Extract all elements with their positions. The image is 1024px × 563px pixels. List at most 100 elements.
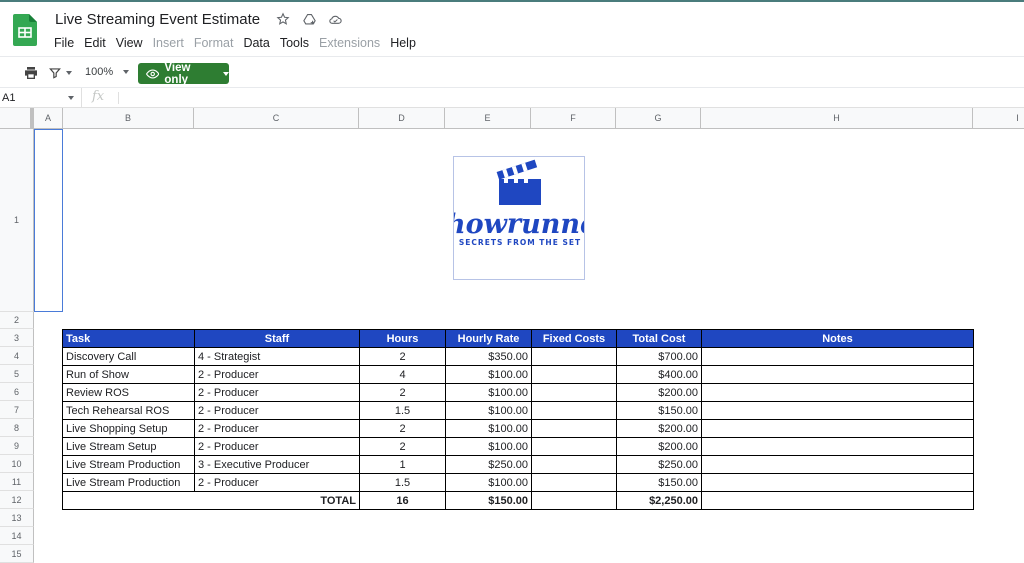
row-header-4[interactable]: 4: [0, 347, 34, 365]
row-header-15[interactable]: 15: [0, 545, 34, 563]
cell-hours[interactable]: 2: [359, 347, 446, 366]
cell-staff[interactable]: 3 - Executive Producer: [194, 455, 360, 474]
cell-notes[interactable]: [701, 419, 974, 438]
cell-fixed[interactable]: [531, 365, 617, 384]
header-fixed-costs[interactable]: Fixed Costs: [531, 329, 617, 348]
cell-task[interactable]: Tech Rehearsal ROS: [62, 401, 195, 420]
menu-help[interactable]: Help: [390, 36, 416, 50]
header-hourly-rate[interactable]: Hourly Rate: [445, 329, 532, 348]
cell-total[interactable]: $250.00: [616, 455, 702, 474]
cell-task[interactable]: Run of Show: [62, 365, 195, 384]
row-header-1[interactable]: 1: [0, 129, 34, 312]
cell-staff[interactable]: 2 - Producer: [194, 473, 360, 492]
cell-notes[interactable]: [701, 347, 974, 366]
row-header-11[interactable]: 11: [0, 473, 34, 491]
cell-rate[interactable]: $100.00: [445, 365, 532, 384]
menu-data[interactable]: Data: [243, 36, 269, 50]
row-header-6[interactable]: 6: [0, 383, 34, 401]
cloud-status-icon[interactable]: [327, 11, 343, 27]
drive-add-icon[interactable]: [301, 11, 317, 27]
menu-edit[interactable]: Edit: [84, 36, 106, 50]
cell-rate[interactable]: $100.00: [445, 473, 532, 492]
cell-total[interactable]: $200.00: [616, 419, 702, 438]
sheets-logo-icon[interactable]: [13, 14, 37, 46]
menu-view[interactable]: View: [116, 36, 143, 50]
cell-hours[interactable]: 1: [359, 455, 446, 474]
total-rate[interactable]: $150.00: [445, 491, 532, 510]
cell-staff[interactable]: 2 - Producer: [194, 419, 360, 438]
column-header-c[interactable]: C: [194, 108, 359, 129]
header-total-cost[interactable]: Total Cost: [616, 329, 702, 348]
total-cost[interactable]: $2,250.00: [616, 491, 702, 510]
column-header-g[interactable]: G: [616, 108, 701, 129]
row-header-14[interactable]: 14: [0, 527, 34, 545]
cell-rate[interactable]: $100.00: [445, 437, 532, 456]
header-notes[interactable]: Notes: [701, 329, 974, 348]
total-hours[interactable]: 16: [359, 491, 446, 510]
cell-total[interactable]: $200.00: [616, 383, 702, 402]
cell-hours[interactable]: 1.5: [359, 401, 446, 420]
name-box[interactable]: A1: [0, 88, 82, 108]
cell-staff[interactable]: 2 - Producer: [194, 401, 360, 420]
cell-rate[interactable]: $100.00: [445, 383, 532, 402]
cell-notes[interactable]: [701, 365, 974, 384]
cell-fixed[interactable]: [531, 347, 617, 366]
cell-total[interactable]: $150.00: [616, 401, 702, 420]
cell-notes[interactable]: [701, 401, 974, 420]
cell-notes[interactable]: [701, 473, 974, 492]
selected-cell-a1[interactable]: [34, 129, 63, 312]
view-only-button[interactable]: View only: [138, 62, 229, 86]
row-header-2[interactable]: 2: [0, 312, 34, 329]
filter-button[interactable]: [48, 65, 74, 81]
cell-hours[interactable]: 2: [359, 383, 446, 402]
column-header-h[interactable]: H: [701, 108, 973, 129]
cell-notes[interactable]: [701, 455, 974, 474]
row-header-13[interactable]: 13: [0, 509, 34, 527]
cell-hours[interactable]: 2: [359, 419, 446, 438]
cell-task[interactable]: Discovery Call: [62, 347, 195, 366]
cell-fixed[interactable]: [531, 419, 617, 438]
total-notes[interactable]: [701, 491, 974, 510]
row-header-3[interactable]: 3: [0, 329, 34, 347]
row-header-9[interactable]: 9: [0, 437, 34, 455]
cell-hours[interactable]: 4: [359, 365, 446, 384]
cell-total[interactable]: $700.00: [616, 347, 702, 366]
row-header-8[interactable]: 8: [0, 419, 34, 437]
menu-tools[interactable]: Tools: [280, 36, 309, 50]
menu-file[interactable]: File: [54, 36, 74, 50]
cell-task[interactable]: Live Stream Production: [62, 473, 195, 492]
cell-fixed[interactable]: [531, 437, 617, 456]
zoom-select[interactable]: 100%: [85, 66, 130, 78]
cell-hours[interactable]: 1.5: [359, 473, 446, 492]
cell-rate[interactable]: $100.00: [445, 401, 532, 420]
column-header-f[interactable]: F: [531, 108, 616, 129]
star-icon[interactable]: [275, 11, 291, 27]
column-header-b[interactable]: B: [63, 108, 194, 129]
cell-staff[interactable]: 4 - Strategist: [194, 347, 360, 366]
print-icon[interactable]: [23, 65, 39, 81]
cell-task[interactable]: Review ROS: [62, 383, 195, 402]
select-all-corner[interactable]: [0, 108, 34, 129]
row-header-5[interactable]: 5: [0, 365, 34, 383]
column-header-e[interactable]: E: [445, 108, 531, 129]
cell-fixed[interactable]: [531, 383, 617, 402]
cell-total[interactable]: $200.00: [616, 437, 702, 456]
row-header-7[interactable]: 7: [0, 401, 34, 419]
cell-staff[interactable]: 2 - Producer: [194, 365, 360, 384]
cell-notes[interactable]: [701, 383, 974, 402]
cell-staff[interactable]: 2 - Producer: [194, 383, 360, 402]
total-label[interactable]: TOTAL: [62, 491, 360, 510]
cell-task[interactable]: Live Stream Setup: [62, 437, 195, 456]
cell-task[interactable]: Live Stream Production: [62, 455, 195, 474]
cell-staff[interactable]: 2 - Producer: [194, 437, 360, 456]
row-header-12[interactable]: 12: [0, 491, 34, 509]
cell-rate[interactable]: $100.00: [445, 419, 532, 438]
total-fixed[interactable]: [531, 491, 617, 510]
cell-hours[interactable]: 2: [359, 437, 446, 456]
header-task[interactable]: Task: [62, 329, 195, 348]
cell-total[interactable]: $400.00: [616, 365, 702, 384]
column-header-a[interactable]: A: [34, 108, 63, 129]
showrunner-logo-image[interactable]: Showrunner SECRETS FROM THE SET: [427, 156, 613, 280]
cell-task[interactable]: Live Shopping Setup: [62, 419, 195, 438]
cell-fixed[interactable]: [531, 473, 617, 492]
